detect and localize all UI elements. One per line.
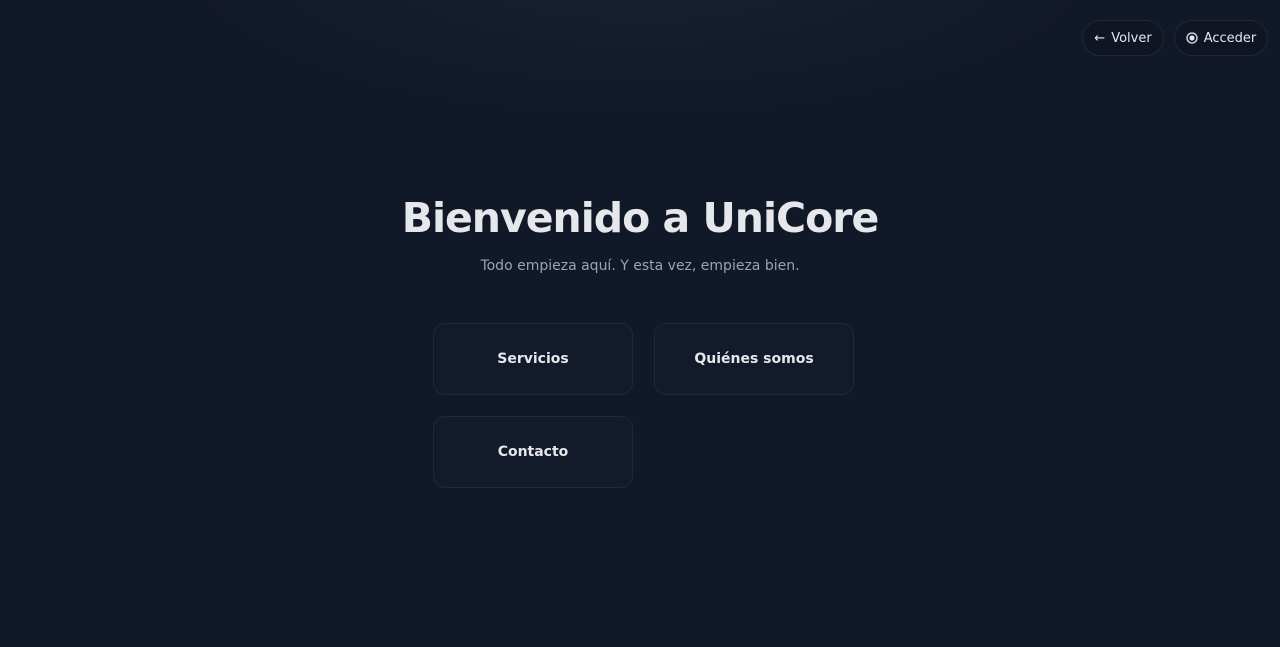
radio-dot-icon — [1186, 32, 1198, 44]
page-title: Bienvenido a UniCore — [401, 194, 880, 242]
card-contacto[interactable]: Contacto — [433, 416, 633, 488]
login-button[interactable]: Acceder — [1174, 20, 1268, 56]
card-quienes-somos[interactable]: Quiénes somos — [654, 323, 854, 395]
back-button-label: Volver — [1111, 30, 1152, 46]
login-button-label: Acceder — [1203, 30, 1257, 46]
landing-page: ← Volver Acceder Bienvenido a UniCore To… — [0, 0, 1280, 647]
card-label: Quiénes somos — [694, 351, 814, 367]
card-label: Contacto — [497, 444, 569, 460]
back-button[interactable]: ← Volver — [1082, 20, 1164, 56]
page-subtitle: Todo empieza aquí. Y esta vez, empieza b… — [480, 258, 800, 274]
arrow-left-icon: ← — [1094, 30, 1106, 46]
card-label: Servicios — [497, 351, 569, 367]
hero-section: Bienvenido a UniCore Todo empieza aquí. … — [0, 190, 1280, 274]
top-actions: ← Volver Acceder — [1082, 20, 1268, 56]
nav-cards: Servicios Quiénes somos Contacto — [433, 323, 854, 488]
card-servicios[interactable]: Servicios — [433, 323, 633, 395]
